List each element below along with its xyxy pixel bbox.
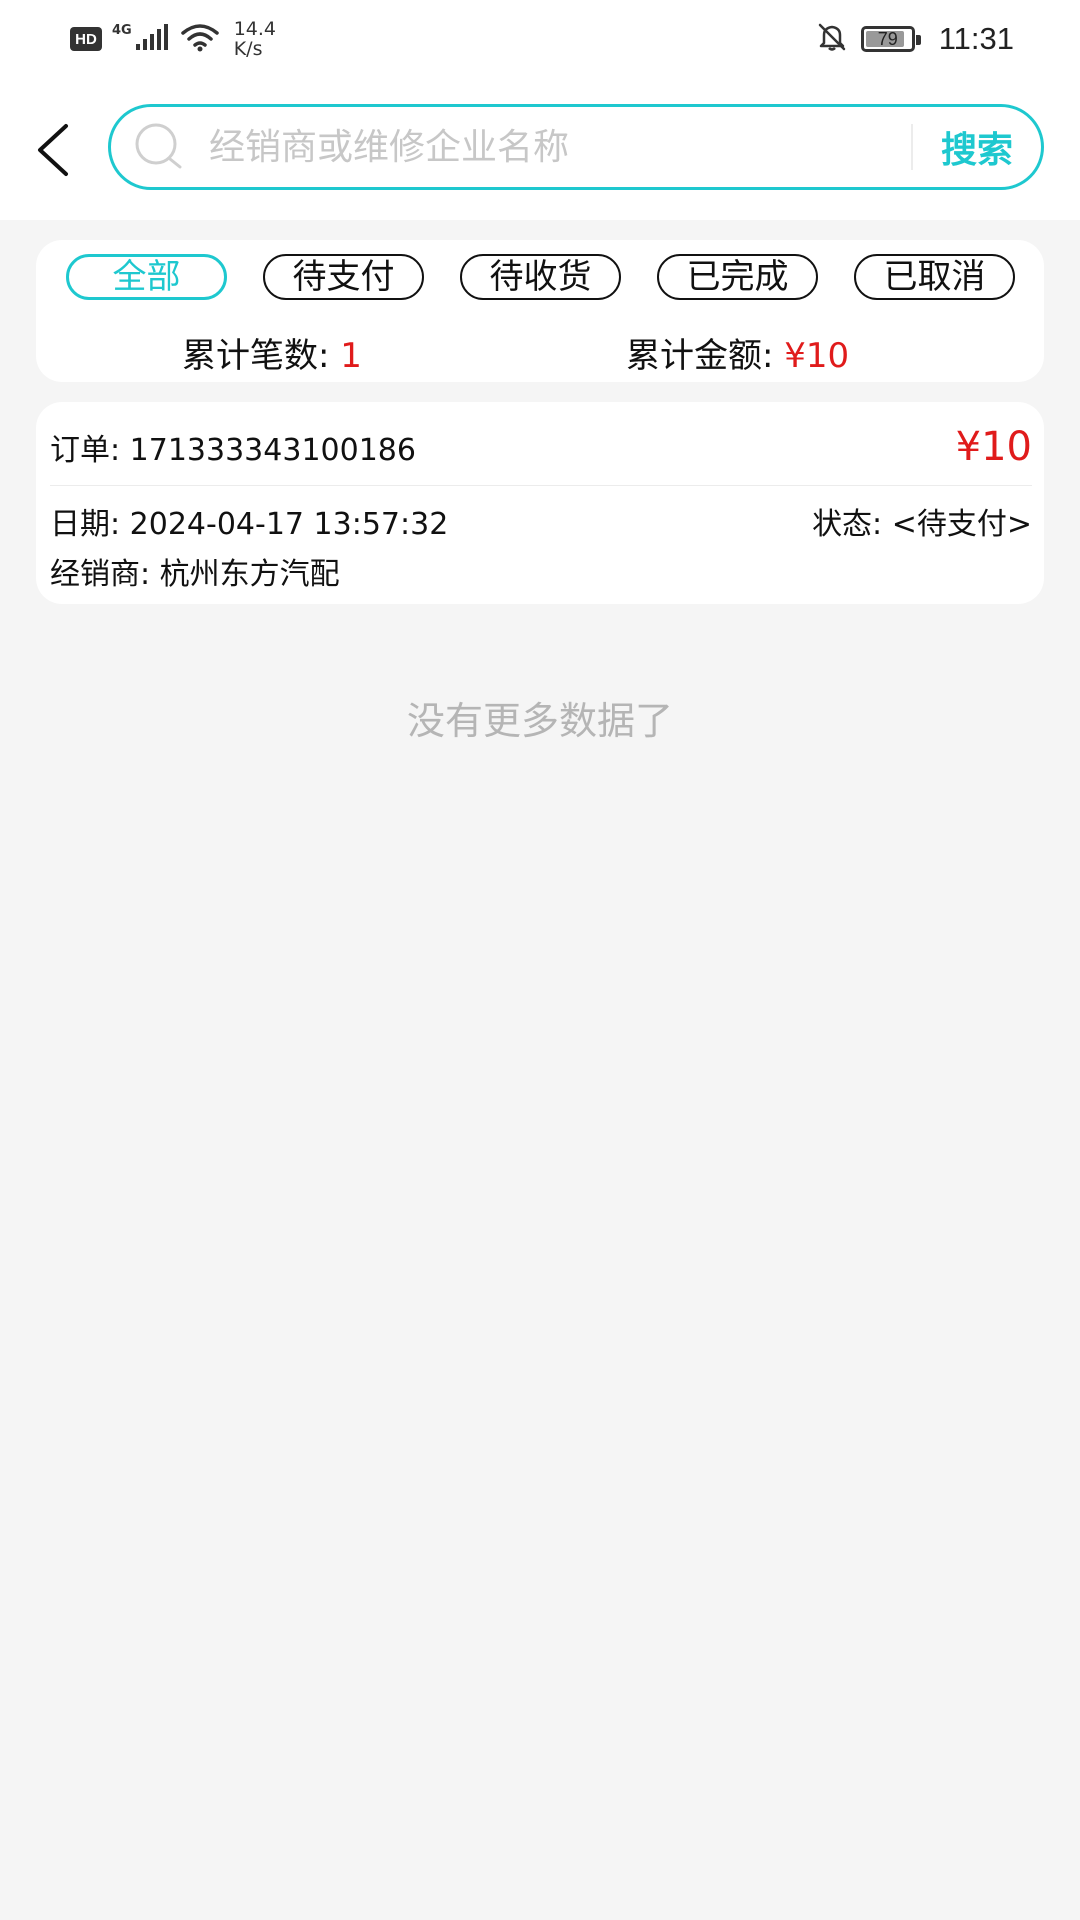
tab-all[interactable]: 全部 xyxy=(66,254,227,300)
signal-icon xyxy=(135,24,170,54)
search-input[interactable] xyxy=(209,117,911,177)
total-amount-value: ¥10 xyxy=(784,336,850,376)
order-header: 订单: 171333343100186 ¥10 xyxy=(50,422,1032,472)
status-tabs: 全部 待支付 待收货 已完成 已取消 xyxy=(66,254,1015,300)
order-card[interactable]: 订单: 171333343100186 ¥10 日期: 2024-04-17 1… xyxy=(36,402,1044,604)
network-speed: 14.4 K/s xyxy=(234,19,276,59)
battery-icon: 79 xyxy=(860,26,921,52)
status-left: HD 4G 14.4 K/s xyxy=(70,14,276,64)
order-date-label: 日期: xyxy=(50,507,121,542)
summary: 累计笔数: 1 累计金额: ¥10 xyxy=(36,328,1044,376)
order-dealer-value: 杭州东方汽配 xyxy=(159,557,340,592)
search-icon xyxy=(131,119,187,175)
order-date: 日期: 2024-04-17 13:57:32 xyxy=(50,499,448,543)
screen: HD 4G 14.4 K/s 79 11:31 经销商或维修企业名称 搜索 全部… xyxy=(0,0,1080,1920)
bell-off-icon xyxy=(817,22,847,56)
order-number-label: 订单: xyxy=(50,433,121,468)
wifi-icon xyxy=(180,22,220,56)
total-amount: 累计金额: ¥10 xyxy=(626,328,849,377)
order-meta: 日期: 2024-04-17 13:57:32 状态: <待支付> xyxy=(50,498,1032,544)
total-count: 累计笔数: 1 xyxy=(182,328,362,377)
tab-pending-receipt[interactable]: 待收货 xyxy=(460,254,621,300)
tab-cancelled[interactable]: 已取消 xyxy=(854,254,1015,300)
tab-pending-payment[interactable]: 待支付 xyxy=(263,254,424,300)
order-dealer-row: 经销商: 杭州东方汽配 xyxy=(50,548,1032,594)
order-status-value: <待支付> xyxy=(891,507,1032,542)
order-divider xyxy=(50,485,1032,486)
speed-value: 14.4 xyxy=(233,18,277,40)
total-amount-label: 累计金额: xyxy=(626,336,774,376)
order-dealer: 经销商: 杭州东方汽配 xyxy=(50,549,340,593)
order-amount: ¥10 xyxy=(955,424,1032,470)
tab-completed[interactable]: 已完成 xyxy=(657,254,818,300)
battery-cap xyxy=(915,35,921,45)
network-type: 4G xyxy=(112,22,132,38)
battery-level: 79 xyxy=(877,28,898,49)
total-count-value: 1 xyxy=(340,336,362,376)
status-right: 79 11:31 xyxy=(817,14,1014,64)
order-status: 状态: <待支付> xyxy=(812,499,1032,543)
order-date-value: 2024-04-17 13:57:32 xyxy=(129,507,449,542)
search-button[interactable]: 搜索 xyxy=(913,112,1041,182)
filter-card: 全部 待支付 待收货 已完成 已取消 累计笔数: 1 累计金额: ¥10 xyxy=(36,240,1044,382)
speed-unit: K/s xyxy=(233,38,263,60)
header: 搜索 xyxy=(0,78,1080,220)
order-number-value: 171333343100186 xyxy=(129,433,416,468)
total-count-label: 累计笔数: xyxy=(182,336,330,376)
order-number: 订单: 171333343100186 xyxy=(50,425,416,469)
list-end-text: 没有更多数据了 xyxy=(406,699,673,743)
clock: 11:31 xyxy=(938,21,1014,56)
order-dealer-label: 经销商: xyxy=(50,557,151,592)
back-button[interactable] xyxy=(26,114,82,186)
search-box[interactable]: 搜索 xyxy=(108,104,1044,190)
chevron-left-icon xyxy=(38,124,68,176)
status-bar: HD 4G 14.4 K/s 79 11:31 xyxy=(0,0,1080,78)
order-status-label: 状态: xyxy=(812,507,883,542)
hd-icon: HD xyxy=(70,27,102,51)
